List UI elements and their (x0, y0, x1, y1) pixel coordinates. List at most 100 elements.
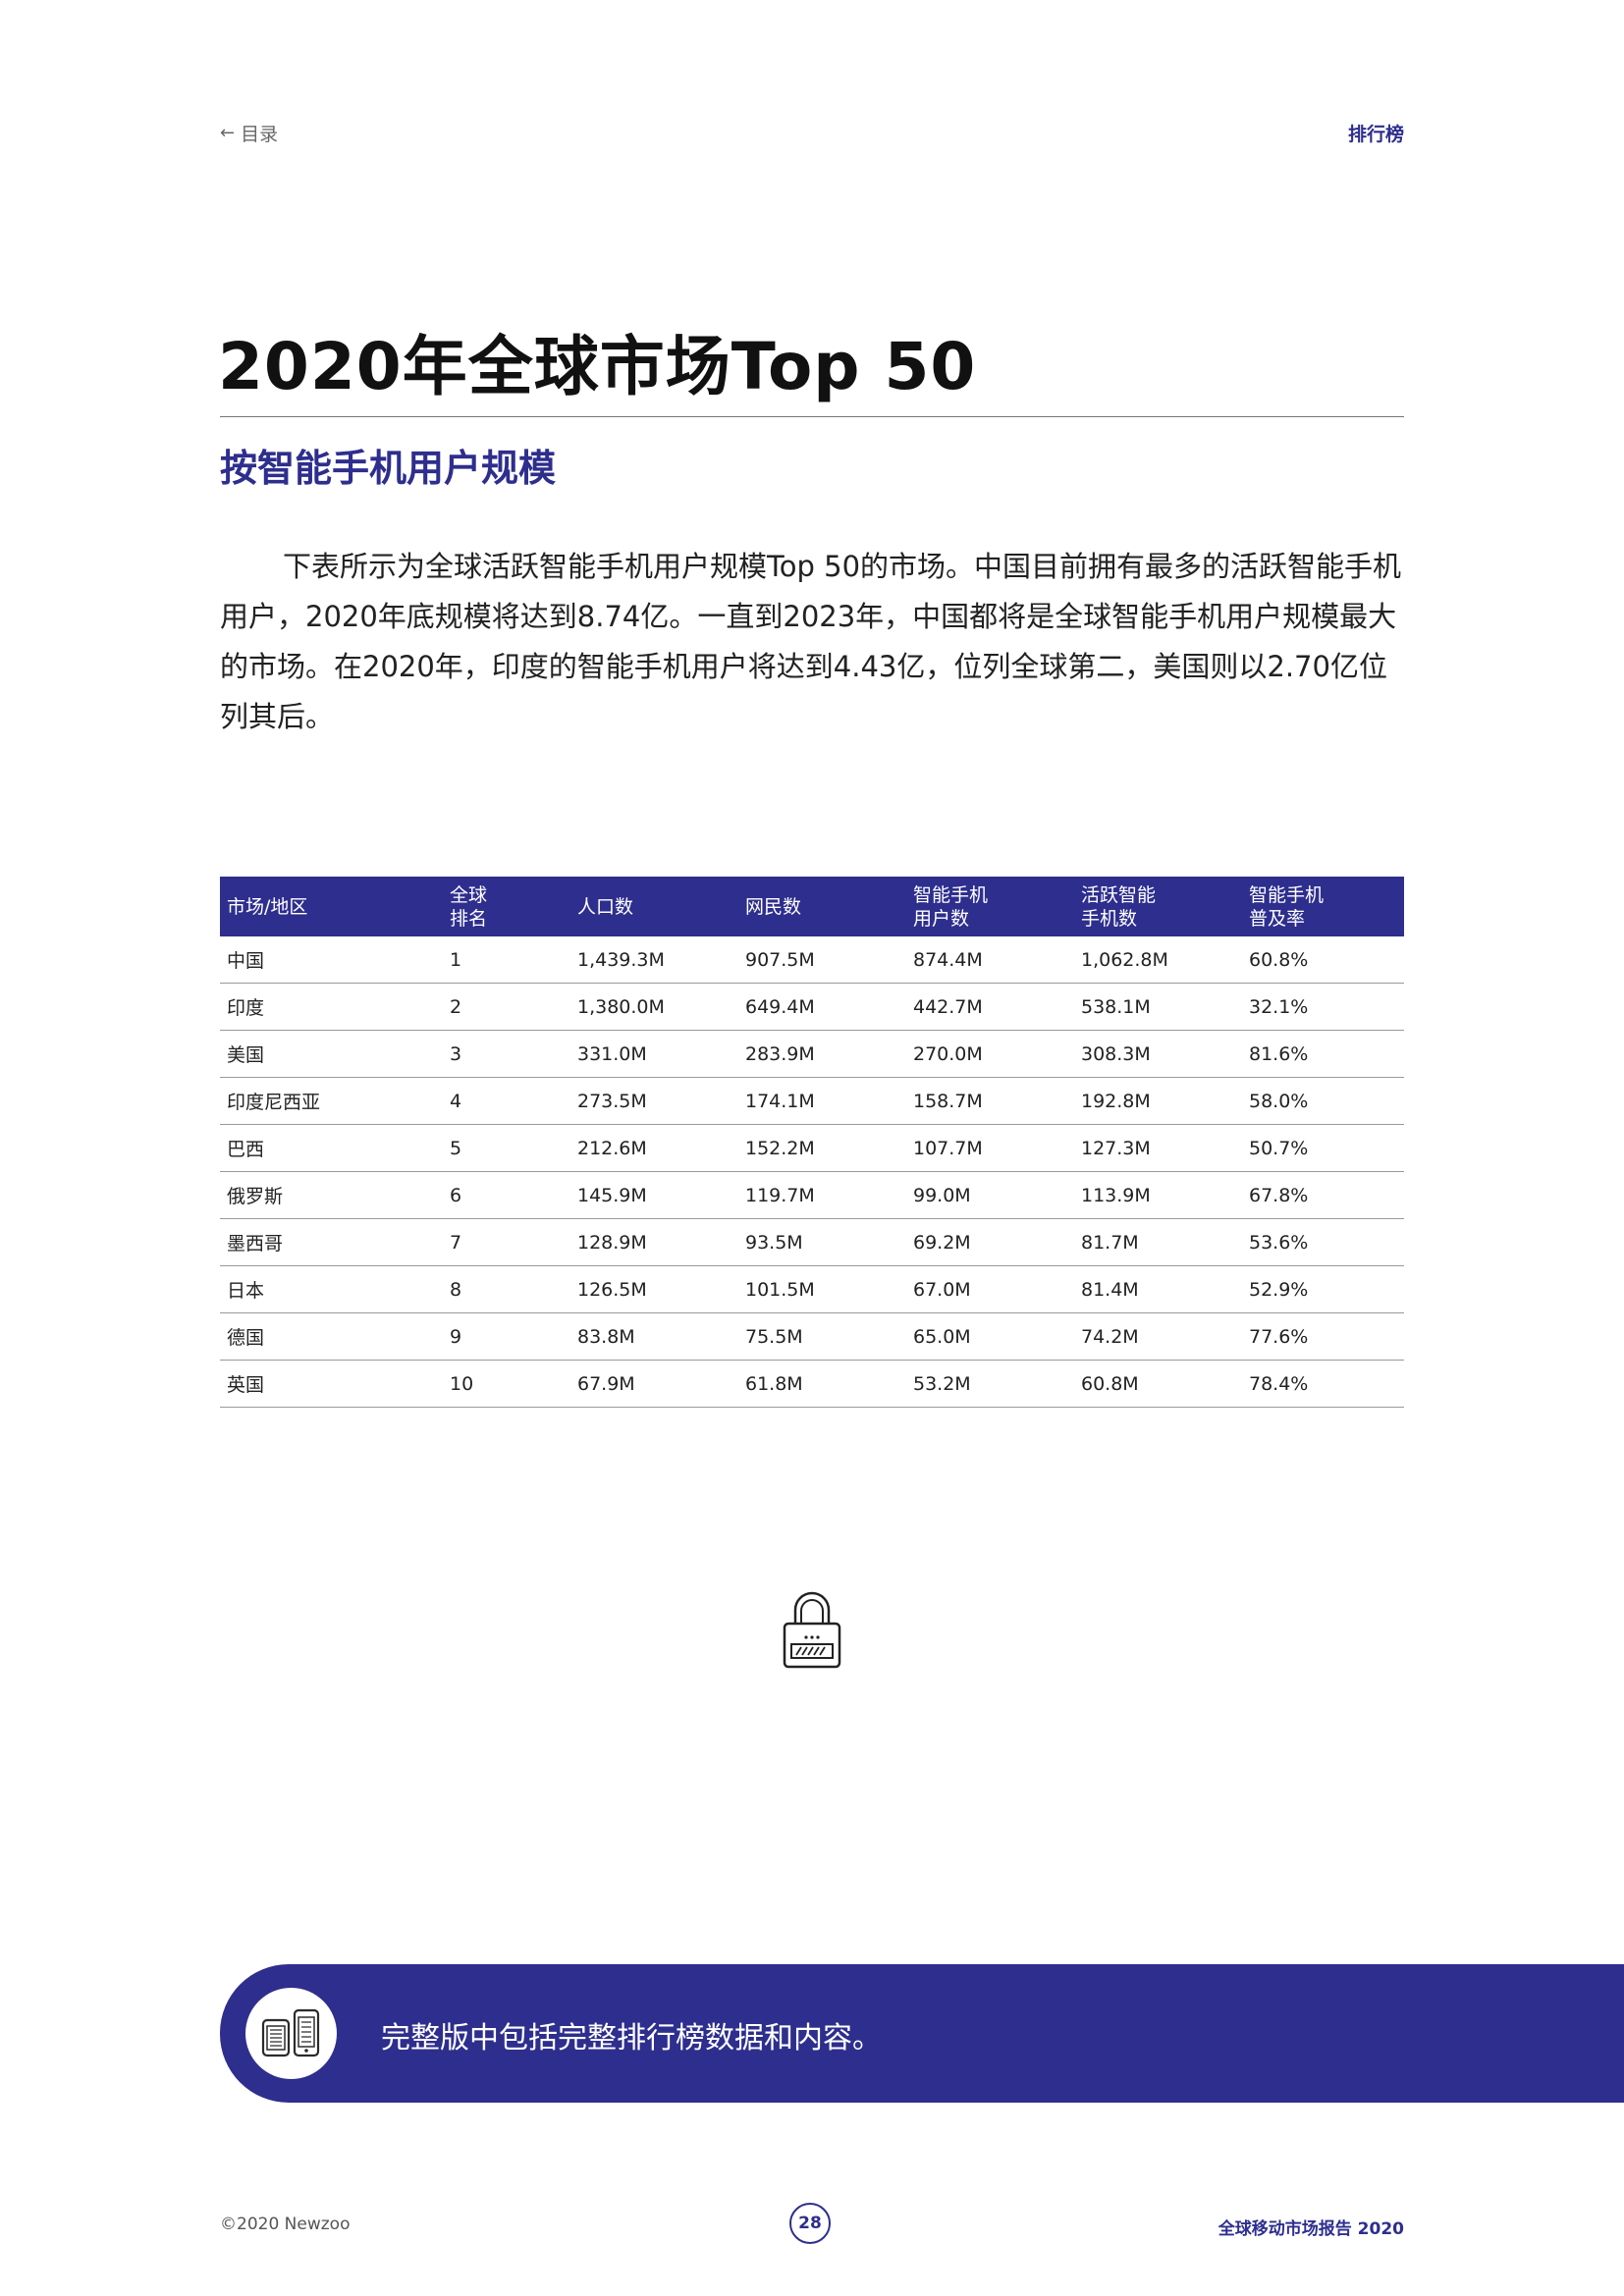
cell-rank: 8 (443, 1265, 570, 1313)
cell-smartphone-users: 158.7M (906, 1077, 1074, 1125)
cell-internet-users: 283.9M (738, 1030, 906, 1078)
cell-rank: 7 (443, 1218, 570, 1266)
cell-rank: 1 (443, 936, 570, 984)
cell-penetration: 78.4% (1242, 1360, 1404, 1408)
cell-rank: 3 (443, 1030, 570, 1078)
cell-internet-users: 93.5M (738, 1218, 906, 1266)
cell-penetration: 52.9% (1242, 1265, 1404, 1313)
cell-active-smartphones: 113.9M (1074, 1171, 1242, 1219)
cell-smartphone-users: 442.7M (906, 983, 1074, 1031)
cell-internet-users: 119.7M (738, 1171, 906, 1219)
cell-penetration: 77.6% (1242, 1312, 1404, 1361)
full-version-banner: 完整版中包括完整排行榜数据和内容。 (220, 1964, 1624, 2103)
cell-market: 印度 (220, 983, 443, 1031)
cell-active-smartphones: 74.2M (1074, 1312, 1242, 1361)
table-row: 中国 1 1,439.3M 907.5M 874.4M 1,062.8M 60.… (220, 936, 1404, 984)
cell-market: 巴西 (220, 1124, 443, 1172)
cell-smartphone-users: 99.0M (906, 1171, 1074, 1219)
cell-market: 中国 (220, 936, 443, 984)
page-title: 2020年全球市场Top 50 (218, 329, 977, 404)
cell-smartphone-users: 67.0M (906, 1265, 1074, 1313)
cell-active-smartphones: 192.8M (1074, 1077, 1242, 1125)
cell-smartphone-users: 874.4M (906, 936, 1074, 984)
cell-internet-users: 75.5M (738, 1312, 906, 1361)
cell-rank: 4 (443, 1077, 570, 1125)
cell-rank: 6 (443, 1171, 570, 1219)
table-row: 日本 8 126.5M 101.5M 67.0M 81.4M 52.9% (220, 1265, 1404, 1313)
column-header-active-smartphones: 活跃智能 手机数 (1081, 883, 1157, 930)
banner-text: 完整版中包括完整排行榜数据和内容。 (381, 2021, 882, 2056)
cell-market: 日本 (220, 1265, 443, 1313)
cell-population: 212.6M (570, 1124, 738, 1172)
column-header-rank: 全球 排名 (450, 883, 488, 930)
cell-rank: 10 (443, 1360, 570, 1408)
cell-population: 83.8M (570, 1312, 738, 1361)
cell-market: 英国 (220, 1360, 443, 1408)
cell-population: 331.0M (570, 1030, 738, 1078)
top-navigation: ← 目录 排行榜 (220, 118, 1404, 147)
cell-smartphone-users: 270.0M (906, 1030, 1074, 1078)
cell-active-smartphones: 538.1M (1074, 983, 1242, 1031)
table-row: 印度 2 1,380.0M 649.4M 442.7M 538.1M 32.1% (220, 983, 1404, 1031)
footer-report-title: 全球移动市场报告 2020 (1218, 2219, 1404, 2239)
title-divider (220, 416, 1404, 417)
table-row: 印度尼西亚 4 273.5M 174.1M 158.7M 192.8M 58.0… (220, 1077, 1404, 1125)
cell-market: 美国 (220, 1030, 443, 1078)
table-row: 墨西哥 7 128.9M 93.5M 69.2M 81.7M 53.6% (220, 1218, 1404, 1266)
market-ranking-table: 市场/地区 全球 排名 人口数 网民数 智能手机 用户数 活跃智能 手机数 智能… (220, 877, 1404, 1408)
cell-market: 墨西哥 (220, 1218, 443, 1266)
cell-rank: 5 (443, 1124, 570, 1172)
cell-penetration: 60.8% (1242, 936, 1404, 984)
table-row: 美国 3 331.0M 283.9M 270.0M 308.3M 81.6% (220, 1030, 1404, 1078)
cell-internet-users: 174.1M (738, 1077, 906, 1125)
footer-copyright: ©2020 Newzoo (220, 2215, 351, 2234)
cell-smartphone-users: 107.7M (906, 1124, 1074, 1172)
cell-market: 德国 (220, 1312, 443, 1361)
column-header-smartphone-users: 智能手机 用户数 (913, 883, 989, 930)
cell-market: 俄罗斯 (220, 1171, 443, 1219)
cell-penetration: 32.1% (1242, 983, 1404, 1031)
cell-internet-users: 61.8M (738, 1360, 906, 1408)
page-subtitle: 按智能手机用户规模 (220, 447, 557, 490)
cell-population: 126.5M (570, 1265, 738, 1313)
cell-smartphone-users: 53.2M (906, 1360, 1074, 1408)
cell-internet-users: 101.5M (738, 1265, 906, 1313)
cell-penetration: 81.6% (1242, 1030, 1404, 1078)
cell-population: 67.9M (570, 1360, 738, 1408)
cell-rank: 2 (443, 983, 570, 1031)
cell-penetration: 50.7% (1242, 1124, 1404, 1172)
toc-link-label: 目录 (241, 123, 279, 145)
cell-internet-users: 907.5M (738, 936, 906, 984)
table-row: 英国 10 67.9M 61.8M 53.2M 60.8M 78.4% (220, 1360, 1404, 1408)
cell-population: 1,380.0M (570, 983, 738, 1031)
arrow-left-icon: ← (220, 122, 236, 143)
cell-penetration: 67.8% (1242, 1171, 1404, 1219)
column-header-penetration: 智能手机 普及率 (1249, 883, 1325, 930)
cell-rank: 9 (443, 1312, 570, 1361)
cell-active-smartphones: 1,062.8M (1074, 936, 1242, 984)
cell-penetration: 53.6% (1242, 1218, 1404, 1266)
mobile-devices-icon (245, 1988, 337, 2079)
table-row: 俄罗斯 6 145.9M 119.7M 99.0M 113.9M 67.8% (220, 1171, 1404, 1219)
cell-active-smartphones: 127.3M (1074, 1124, 1242, 1172)
section-tag[interactable]: 排行榜 (1348, 120, 1404, 146)
cell-population: 1,439.3M (570, 936, 738, 984)
cell-population: 273.5M (570, 1077, 738, 1125)
table-row: 巴西 5 212.6M 152.2M 107.7M 127.3M 50.7% (220, 1124, 1404, 1172)
lock-icon (782, 1588, 842, 1671)
cell-internet-users: 649.4M (738, 983, 906, 1031)
cell-active-smartphones: 81.4M (1074, 1265, 1242, 1313)
cell-smartphone-users: 69.2M (906, 1218, 1074, 1266)
table-header-row: 市场/地区 全球 排名 人口数 网民数 智能手机 用户数 活跃智能 手机数 智能… (220, 877, 1404, 936)
column-header-population: 人口数 (577, 895, 634, 918)
table-row: 德国 9 83.8M 75.5M 65.0M 74.2M 77.6% (220, 1312, 1404, 1361)
cell-active-smartphones: 308.3M (1074, 1030, 1242, 1078)
column-header-market: 市场/地区 (227, 895, 308, 918)
column-header-internet-users: 网民数 (745, 895, 802, 918)
cell-active-smartphones: 81.7M (1074, 1218, 1242, 1266)
cell-penetration: 58.0% (1242, 1077, 1404, 1125)
cell-active-smartphones: 60.8M (1074, 1360, 1242, 1408)
cell-population: 128.9M (570, 1218, 738, 1266)
toc-back-link[interactable]: ← 目录 (220, 120, 278, 146)
cell-internet-users: 152.2M (738, 1124, 906, 1172)
